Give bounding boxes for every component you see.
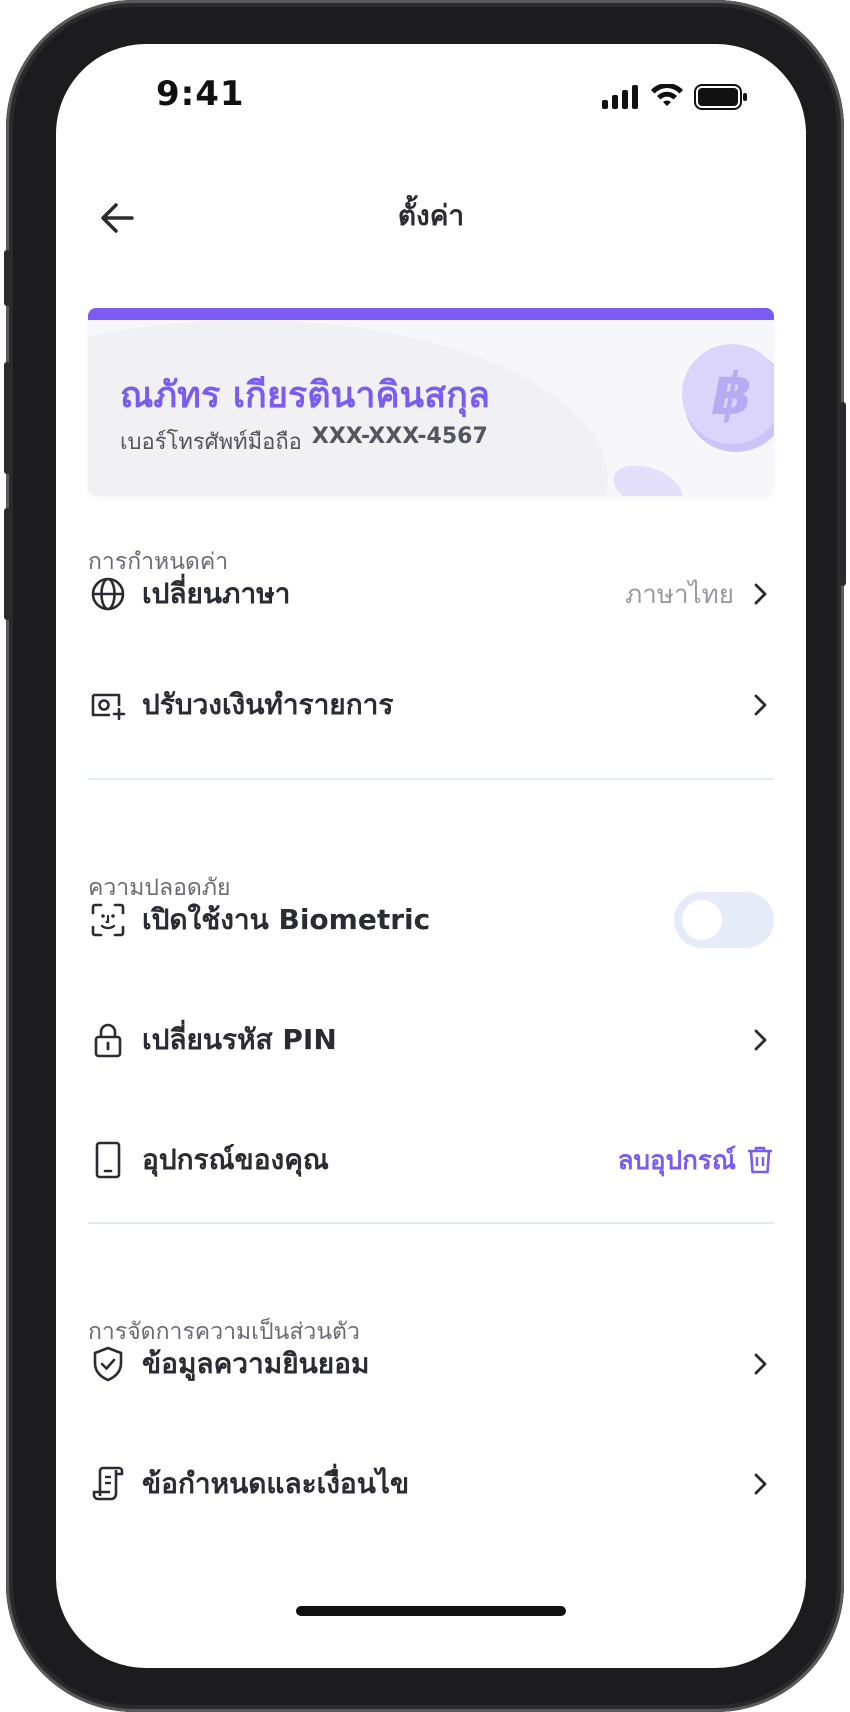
profile-phone: เบอร์โทรศัพท์มือถือ XXX-XXX-4567: [120, 424, 488, 459]
remove-device-label: ลบอุปกรณ์: [617, 1145, 736, 1176]
chevron-right-icon: [754, 1473, 767, 1495]
trash-icon: [748, 1146, 772, 1174]
row-change-language[interactable]: เปลี่ยนภาษา ภาษาไทย: [88, 564, 774, 624]
row-label: เปลี่ยนภาษา: [142, 577, 291, 610]
chevron-right-icon: [754, 694, 767, 716]
language-value: ภาษาไทย: [625, 579, 734, 610]
row-label: ปรับวงเงินทำรายการ: [142, 688, 394, 721]
toggle-knob: [682, 900, 722, 940]
page-title: ตั้งค่า: [397, 199, 465, 232]
row-label: เปิดใช้งาน Biometric: [142, 903, 431, 936]
power-button: [840, 402, 846, 586]
row-adjust-limit[interactable]: ปรับวงเงินทำรายการ: [88, 675, 774, 735]
wifi-icon: [651, 84, 683, 106]
section-divider: [88, 778, 774, 780]
row-label: ข้อมูลความยินยอม: [142, 1347, 370, 1380]
profile-name: ณภัทร เกียรตินาคินสกุล: [120, 375, 490, 416]
row-your-devices[interactable]: อุปกรณ์ของคุณ ลบอุปกรณ์: [88, 1130, 774, 1190]
phone-value: XXX-XXX-4567: [311, 424, 488, 449]
phone-frame: 9:41 ตั้งค่า ฿ ณภัทร เกียรตินาคินสกุล เบ…: [4, 0, 846, 1712]
action-button: [4, 250, 10, 306]
row-terms-conditions[interactable]: ข้อกำหนดและเงื่อนไข: [88, 1454, 774, 1514]
icon-wrap: [88, 900, 128, 940]
signal-icon: [602, 85, 638, 109]
volume-down-button: [4, 508, 10, 620]
battery-icon: [694, 84, 747, 110]
row-change-pin[interactable]: เปลี่ยนรหัส PIN: [88, 1010, 774, 1070]
section-divider: [88, 1222, 774, 1224]
row-consent-info[interactable]: ข้อมูลความยินยอม: [88, 1334, 774, 1394]
status-icons: [602, 84, 748, 110]
coin-small-icon: [613, 465, 683, 496]
chevron-right-icon: [754, 583, 767, 605]
icon-wrap: [88, 1140, 128, 1180]
remove-device-button[interactable]: ลบอุปกรณ์: [618, 1140, 774, 1181]
shield-check-icon: [93, 1346, 123, 1382]
status-bar: 9:41: [56, 44, 806, 154]
biometric-toggle[interactable]: [674, 892, 774, 948]
row-biometric[interactable]: เปิดใช้งาน Biometric: [88, 890, 774, 950]
lock-icon: [94, 1023, 122, 1058]
cash-limit-icon: [91, 693, 126, 720]
svg-text:฿: ฿: [712, 360, 752, 428]
status-time: 9:41: [156, 74, 245, 114]
icon-wrap: [88, 574, 128, 614]
icon-wrap: [88, 1464, 128, 1504]
row-label: เปลี่ยนรหัส PIN: [142, 1023, 337, 1056]
volume-up-button: [4, 362, 10, 474]
chevron-right-icon: [754, 1353, 767, 1375]
top-nav: ตั้งค่า: [56, 184, 806, 254]
face-id-icon: [91, 903, 125, 937]
phone-label: เบอร์โทรศัพท์มือถือ: [120, 430, 302, 455]
bitcoin-coin-icon: ฿: [682, 344, 774, 452]
profile-card: ฿ ณภัทร เกียรตินาคินสกุล เบอร์โทรศัพท์มื…: [88, 308, 774, 496]
chevron-right-icon: [754, 1029, 767, 1051]
icon-wrap: [88, 1020, 128, 1060]
row-label: ข้อกำหนดและเงื่อนไข: [142, 1467, 410, 1500]
globe-icon: [91, 577, 125, 611]
screen: 9:41 ตั้งค่า ฿ ณภัทร เกียรตินาคินสกุล เบ…: [56, 44, 806, 1668]
document-terms-icon: [92, 1466, 124, 1501]
card-accent-bar: [88, 308, 774, 320]
home-indicator[interactable]: [296, 1606, 566, 1616]
mobile-device-icon: [95, 1141, 121, 1179]
icon-wrap: [88, 685, 128, 725]
row-label: อุปกรณ์ของคุณ: [142, 1143, 329, 1176]
icon-wrap: [88, 1344, 128, 1384]
